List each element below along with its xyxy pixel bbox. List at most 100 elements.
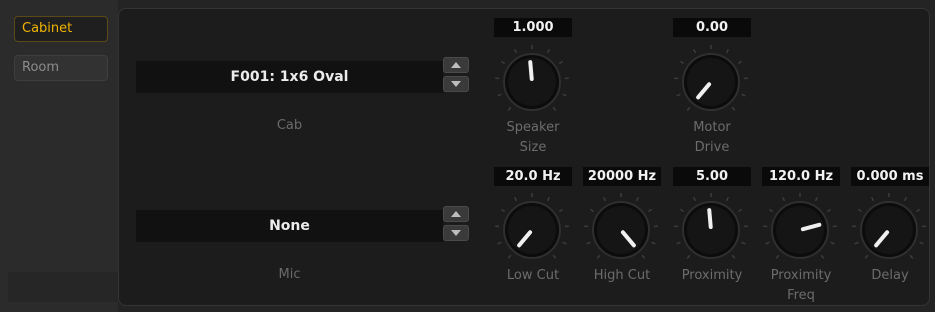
low-cut-knob[interactable] (492, 190, 572, 270)
speaker-size-value[interactable]: 1.000 (494, 18, 572, 37)
sidebar-footer-strip (8, 272, 118, 302)
knob-tick (826, 208, 832, 213)
knob-tick (602, 196, 607, 202)
knob-tick (692, 196, 697, 202)
knob-tick (676, 93, 681, 97)
knob-tick (497, 241, 502, 245)
knob-tick (586, 241, 591, 245)
knob-tick (513, 48, 518, 54)
knob-tick (775, 254, 780, 259)
knob-tick (737, 208, 743, 213)
knob-tick (596, 254, 601, 259)
knob-tick (854, 241, 859, 245)
knob-tick (725, 48, 730, 54)
knob-tick (500, 208, 506, 213)
knob-face (687, 58, 735, 106)
knob-graphic (852, 193, 926, 259)
speaker-size-label: Speaker Size (488, 118, 578, 158)
knob-face (508, 206, 556, 254)
knob-tick (737, 60, 743, 65)
cab-selector[interactable]: F001: 1x6 Oval (136, 61, 443, 93)
knob-tick (497, 93, 502, 97)
knob-tick (558, 208, 564, 213)
knob-tick (500, 60, 506, 65)
low-cut-value[interactable]: 20.0 Hz (494, 167, 572, 186)
chevron-down-icon (451, 81, 461, 87)
knob-tick (765, 241, 770, 245)
knob-tick (676, 241, 681, 245)
high-cut-knob[interactable] (581, 190, 661, 270)
mic-previous-button[interactable] (443, 206, 469, 222)
knob-face (865, 206, 913, 254)
proximity-freq-value[interactable]: 120.0 Hz (762, 167, 840, 186)
knob-tick (686, 254, 691, 259)
left-sidebar (0, 0, 118, 312)
mic-next-button[interactable] (443, 225, 469, 241)
knob-tick (768, 208, 774, 213)
cab-next-button[interactable] (443, 76, 469, 92)
knob-tick (641, 254, 646, 259)
cab-label: Cab (276, 118, 303, 133)
knob-tick (820, 254, 825, 259)
cab-previous-button[interactable] (443, 57, 469, 73)
knob-tick (731, 106, 736, 111)
proximity-value[interactable]: 5.00 (673, 167, 751, 186)
motor-drive-label-line1: Motor (693, 120, 731, 135)
knob-graphic (495, 45, 569, 111)
chevron-up-icon (451, 211, 461, 217)
knob-tick (909, 254, 914, 259)
knob-tick (552, 254, 557, 259)
knob-tick (679, 60, 685, 65)
knob-tick (589, 208, 595, 213)
proximity-freq-label-line1: Proximity (770, 268, 832, 283)
speaker-size-knob[interactable] (492, 42, 572, 122)
knob-tick (919, 241, 924, 245)
high-cut-label: High Cut (593, 268, 651, 283)
knob-graphic (674, 45, 748, 111)
knob-tick (546, 48, 551, 54)
high-cut-value[interactable]: 20000 Hz (583, 167, 661, 186)
proximity-label: Proximity (681, 268, 743, 283)
tab-cabinet[interactable]: Cabinet (14, 16, 108, 42)
chevron-down-icon (451, 230, 461, 236)
knob-tick (507, 106, 512, 111)
knob-graphic (495, 193, 569, 259)
knob-tick (814, 196, 819, 202)
delay-value[interactable]: 0.000 ms (851, 167, 929, 186)
knob-tick (562, 241, 567, 245)
delay-knob[interactable] (849, 190, 929, 270)
mic-selector[interactable]: None (136, 210, 443, 242)
proximity-freq-label: Proximity Freq (756, 266, 846, 306)
motor-drive-knob[interactable] (671, 42, 751, 122)
tab-room[interactable]: Room (14, 55, 108, 81)
knob-tick (552, 106, 557, 111)
knob-tick (903, 196, 908, 202)
knob-face (597, 206, 645, 254)
knob-graphic (674, 193, 748, 259)
knob-pointer (707, 208, 713, 230)
knob-pointer (528, 60, 534, 82)
mic-spinner (443, 206, 469, 241)
motor-drive-label: Motor Drive (667, 118, 757, 158)
motor-drive-value[interactable]: 0.00 (673, 18, 751, 37)
knob-tick (546, 196, 551, 202)
knob-graphic (763, 193, 837, 259)
knob-graphic (584, 193, 658, 259)
knob-tick (651, 241, 656, 245)
chevron-up-icon (451, 62, 461, 68)
knob-tick (725, 196, 730, 202)
cab-spinner (443, 57, 469, 92)
knob-tick (781, 196, 786, 202)
motor-drive-label-line2: Drive (694, 140, 730, 155)
knob-tick (741, 241, 746, 245)
knob-face (776, 206, 824, 254)
proximity-freq-knob[interactable] (760, 190, 840, 270)
knob-tick (686, 106, 691, 111)
knob-tick (558, 60, 564, 65)
mic-label: Mic (278, 267, 301, 282)
speaker-size-label-line1: Speaker (506, 120, 560, 135)
knob-tick (857, 208, 863, 213)
knob-tick (741, 93, 746, 97)
proximity-knob[interactable] (671, 190, 751, 270)
knob-tick (915, 208, 921, 213)
